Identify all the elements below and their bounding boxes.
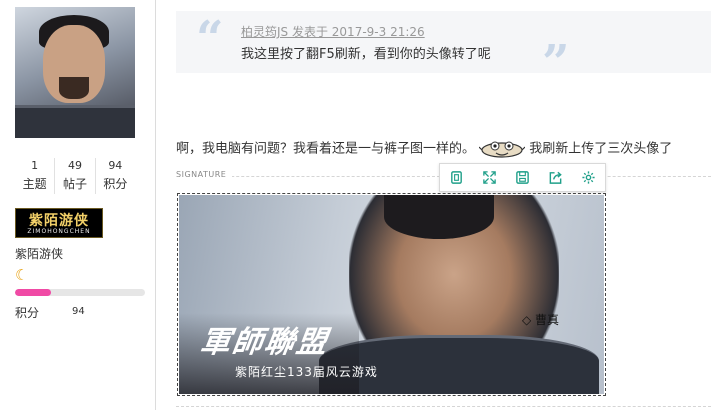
copy-button[interactable] — [440, 164, 473, 191]
stat-threads[interactable]: 1 主题 — [15, 158, 54, 194]
signature-image-canvas: 軍師聯盟 紫陌红尘133届风云游戏 ◇ 曹真 — [179, 195, 604, 394]
save-icon — [516, 171, 529, 184]
post-bottom-divider — [176, 406, 711, 407]
copy-icon — [451, 171, 462, 184]
avatar-beard — [59, 77, 89, 99]
post-body: 啊，我电脑有问题？我看着还是一与裤子图一样的。 我刷新上传了三次头像了 — [176, 139, 711, 160]
signature-portrait-hair — [384, 195, 494, 239]
crescent-moon-icon: ☾ — [15, 266, 29, 284]
image-toolbar — [439, 163, 606, 192]
signature-label: SIGNATURE — [176, 170, 233, 179]
stat-points-label: 积分 — [103, 177, 128, 191]
emoji-face-icon — [478, 139, 526, 159]
fullscreen-button[interactable] — [473, 164, 506, 191]
open-quote-icon: “ — [196, 11, 224, 67]
signature-name-tag: ◇ 曹真 — [522, 313, 560, 327]
user-sidebar: 1 主题 49 帖子 94 积分 紫陌游侠 ZIMOHONGCHEN 紫陌游侠 … — [0, 0, 156, 410]
share-button[interactable] — [539, 164, 572, 191]
stat-posts-label: 帖子 — [62, 177, 87, 191]
fullscreen-icon — [483, 171, 496, 184]
stat-points-count: 94 — [108, 159, 123, 172]
quote-text: 我这里按了翻F5刷新，看到你的头像转了呢 — [241, 47, 491, 62]
share-icon — [549, 171, 562, 184]
score-value: 94 — [72, 306, 85, 317]
medal-badge-title: 紫陌游侠 — [29, 213, 89, 229]
stat-posts[interactable]: 49 帖子 — [54, 158, 94, 194]
medal-badge-subtitle: ZIMOHONGCHEN — [27, 228, 91, 235]
post-text-after: 我刷新上传了三次头像了 — [529, 141, 673, 157]
user-stats: 1 主题 49 帖子 94 积分 — [15, 158, 135, 194]
settings-button[interactable] — [572, 164, 605, 191]
user-group-name[interactable]: 紫陌游侠 — [15, 245, 63, 262]
stat-threads-label: 主题 — [22, 177, 47, 191]
signature-calligraphy-logo: 軍師聯盟 — [198, 325, 331, 360]
settings-icon — [582, 171, 595, 184]
signature-image[interactable]: 軍師聯盟 紫陌红尘133届风云游戏 ◇ 曹真 — [177, 193, 606, 396]
avatar-armor — [15, 105, 135, 138]
save-button[interactable] — [506, 164, 539, 191]
signature-caption: 紫陌红尘133届风云游戏 — [235, 365, 378, 379]
user-avatar[interactable] — [15, 7, 135, 138]
level-progress-bar — [15, 289, 145, 296]
post-text-before: 啊，我电脑有问题？我看着还是一与裤子图一样的。 — [176, 141, 476, 157]
score-label: 积分 — [15, 306, 40, 320]
level-progress-fill — [15, 289, 52, 296]
close-quote-icon: ” — [542, 35, 570, 91]
medal-badge[interactable]: 紫陌游侠 ZIMOHONGCHEN — [15, 208, 103, 238]
stat-points[interactable]: 94 积分 — [94, 158, 135, 194]
stat-threads-count: 1 — [31, 159, 39, 172]
quote-author-link[interactable]: 柏灵筠JS 发表于 2017-9-3 21:26 — [241, 23, 425, 40]
stat-posts-count: 49 — [67, 159, 82, 172]
quote-block: “ 柏灵筠JS 发表于 2017-9-3 21:26 我这里按了翻F5刷新，看到… — [176, 11, 711, 89]
